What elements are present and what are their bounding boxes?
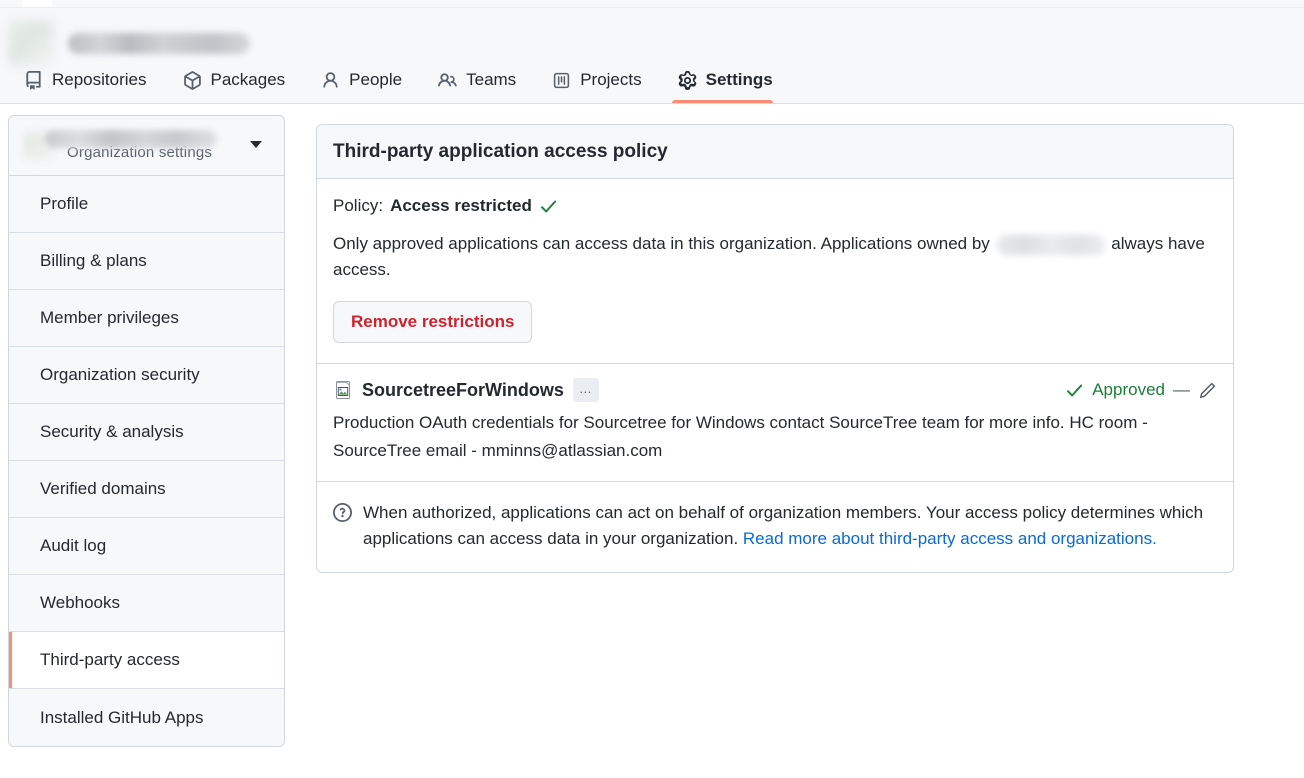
person-icon <box>321 71 340 90</box>
project-board-icon <box>552 71 571 90</box>
browser-chrome-strip <box>0 0 1304 8</box>
broken-image-icon <box>333 380 353 400</box>
sidebar-org-switcher[interactable]: Organization settings <box>9 116 284 176</box>
policy-description-before: Only approved applications can access da… <box>333 234 990 253</box>
card-title: Third-party application access policy <box>317 125 1233 179</box>
nav-item-teams[interactable]: Teams <box>432 62 530 103</box>
nav-item-projects[interactable]: Projects <box>546 62 655 103</box>
sidebar-item-billing-and-plans[interactable]: Billing & plans <box>9 233 284 290</box>
nav-label-projects: Projects <box>580 70 641 90</box>
sidebar-org-identity-redacted <box>23 128 219 160</box>
status-separator: — <box>1173 380 1190 400</box>
nav-label-settings: Settings <box>706 70 773 90</box>
sidebar-item-third-party-access[interactable]: Third-party access <box>9 632 284 689</box>
sidebar-item-profile[interactable]: Profile <box>9 176 284 233</box>
sidebar-item-label: Member privileges <box>40 308 179 328</box>
sidebar-item-organization-security[interactable]: Organization security <box>9 347 284 404</box>
browser-tab-nub <box>22 0 52 7</box>
question-circle-icon <box>333 503 352 522</box>
settings-sidebar: Organization settings Profile Billing & … <box>8 115 285 747</box>
sidebar-item-webhooks[interactable]: Webhooks <box>9 575 284 632</box>
read-more-link[interactable]: Read more about third-party access and o… <box>743 529 1157 548</box>
sidebar-item-label: Organization security <box>40 365 200 385</box>
nav-item-packages[interactable]: Packages <box>177 62 300 103</box>
policy-description: Only approved applications can access da… <box>333 231 1213 283</box>
policy-status-line: Policy: Access restricted <box>333 196 1217 216</box>
nav-label-teams: Teams <box>466 70 516 90</box>
note-text-container: When authorized, applications can act on… <box>363 500 1217 552</box>
nav-item-repositories[interactable]: Repositories <box>18 62 161 103</box>
application-menu-button[interactable]: … <box>573 378 599 402</box>
repo-icon <box>24 71 43 90</box>
sidebar-item-installed-github-apps[interactable]: Installed GitHub Apps <box>9 689 284 746</box>
sidebar-item-label: Billing & plans <box>40 251 147 271</box>
remove-restrictions-button[interactable]: Remove restrictions <box>333 301 532 343</box>
nav-item-settings[interactable]: Settings <box>672 62 787 103</box>
policy-owner-redacted <box>997 235 1105 255</box>
organization-header: Repositories Packages People <box>0 8 1304 104</box>
sidebar-item-label: Third-party access <box>40 650 180 670</box>
nav-label-repositories: Repositories <box>52 70 147 90</box>
nav-label-packages: Packages <box>211 70 286 90</box>
application-description: Production OAuth credentials for Sourcet… <box>333 409 1203 465</box>
page-content: Organization settings Profile Billing & … <box>0 105 1304 778</box>
nav-item-people[interactable]: People <box>315 62 416 103</box>
sidebar-item-member-privileges[interactable]: Member privileges <box>9 290 284 347</box>
sidebar-item-label: Profile <box>40 194 88 214</box>
policy-section: Policy: Access restricted Only approved … <box>317 179 1233 363</box>
people-icon <box>438 71 457 90</box>
organization-name-redacted <box>68 33 250 54</box>
sidebar-item-label: Security & analysis <box>40 422 184 442</box>
organization-nav: Repositories Packages People <box>18 62 803 103</box>
third-party-access-note: When authorized, applications can act on… <box>317 481 1233 572</box>
sidebar-item-label: Installed GitHub Apps <box>40 708 203 728</box>
sidebar-item-label: Verified domains <box>40 479 166 499</box>
application-name: SourcetreeForWindows <box>362 380 564 401</box>
organization-avatar <box>8 20 54 66</box>
sidebar-item-label: Audit log <box>40 536 106 556</box>
sidebar-item-audit-log[interactable]: Audit log <box>9 518 284 575</box>
sidebar-item-verified-domains[interactable]: Verified domains <box>9 461 284 518</box>
third-party-access-card: Third-party application access policy Po… <box>316 124 1234 573</box>
approved-application-row: SourcetreeForWindows … Approved — Produc… <box>317 363 1233 481</box>
organization-identity <box>8 20 250 66</box>
chevron-down-icon[interactable] <box>250 141 262 148</box>
gear-icon <box>678 71 697 90</box>
pencil-icon[interactable] <box>1198 381 1217 400</box>
policy-value: Access restricted <box>390 196 532 216</box>
sidebar-item-security-and-analysis[interactable]: Security & analysis <box>9 404 284 461</box>
status-badge: Approved <box>1092 380 1165 400</box>
sidebar-org-name-redacted <box>45 130 217 148</box>
check-icon <box>539 197 558 216</box>
application-status: Approved — <box>1065 380 1217 400</box>
policy-label: Policy: <box>333 196 383 216</box>
package-icon <box>183 71 202 90</box>
sidebar-item-label: Webhooks <box>40 593 120 613</box>
nav-label-people: People <box>349 70 402 90</box>
check-icon <box>1065 381 1084 400</box>
